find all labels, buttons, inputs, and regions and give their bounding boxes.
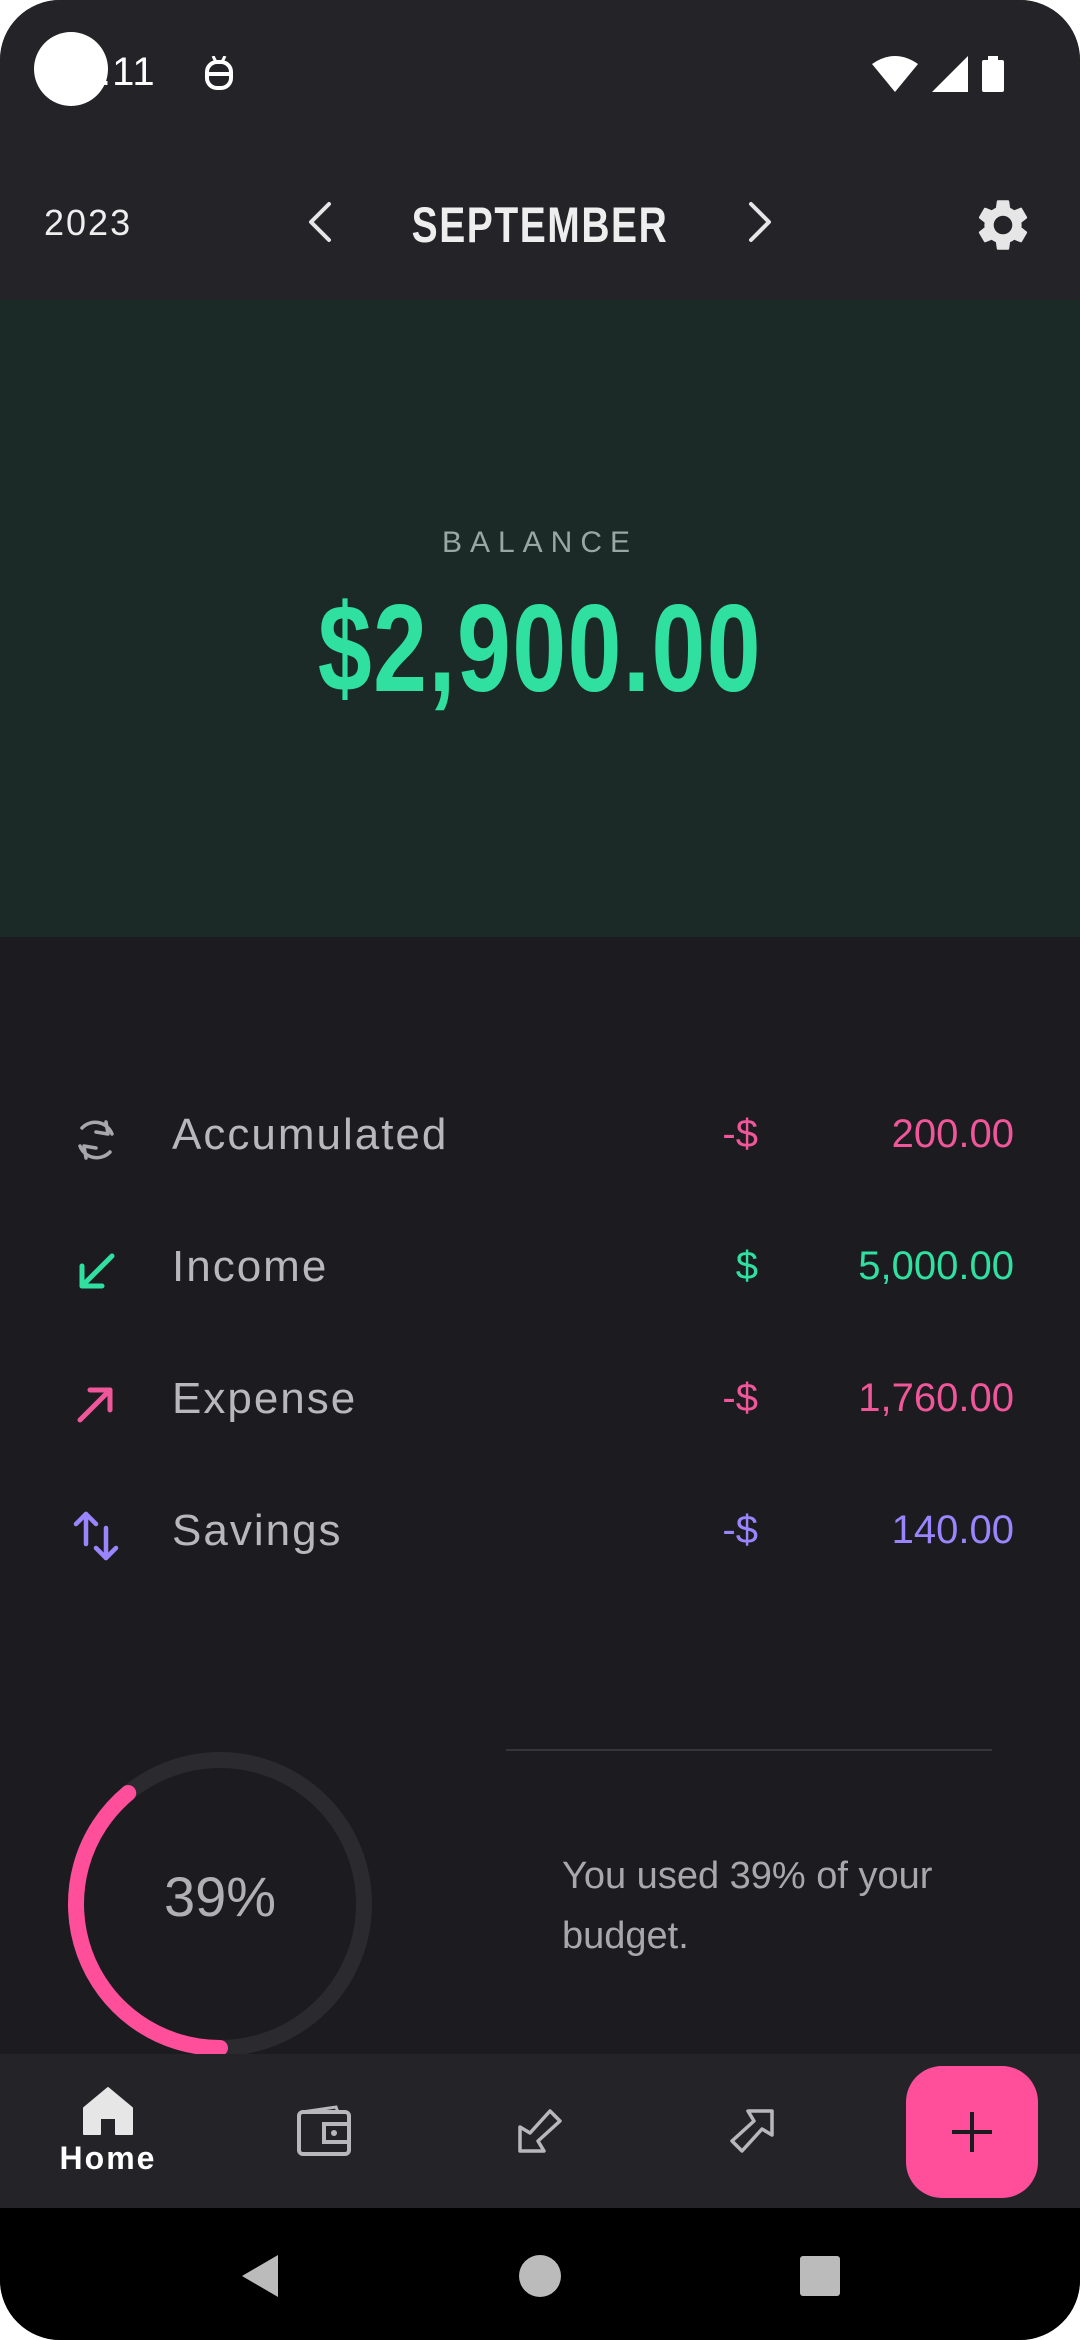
year-label[interactable]: 2023 [44,202,132,244]
system-back-button[interactable] [230,2246,290,2306]
summary-currency: -$ [722,1112,758,1156]
balance-label: BALANCE [441,526,639,559]
summary-value: 1,760.00 [858,1376,1014,1420]
summary-row-income[interactable]: Income $ 5,000.00 [0,1216,1080,1316]
status-time: :11 [100,50,156,94]
home-icon [83,2086,133,2135]
status-icons [872,56,1004,92]
summary-value: 5,000.00 [858,1244,1014,1288]
arrow-up-right-icon [77,1387,113,1423]
summary-value: 200.00 [891,1112,1014,1156]
income-arrow-icon [518,2109,562,2153]
summary-label: Income [172,1242,329,1291]
nav-expense[interactable] [682,2054,822,2208]
nav-income[interactable] [470,2054,610,2208]
summary-row-expense[interactable]: Expense -$ 1,760.00 [0,1348,1080,1448]
gear-icon[interactable] [972,194,1034,256]
month-header: 2023 SEPTEMBER [0,150,1080,300]
summary-label: Savings [172,1506,343,1555]
budget-percent: 39% [163,1865,277,1928]
system-navigation-bar [0,2208,1080,2340]
budget-divider [506,1749,992,1751]
camera-cutout [34,32,108,106]
recents-icon [800,2256,840,2296]
balance-panel: BALANCE $2,900.00 [0,300,1080,937]
arrow-down-left-icon [79,1253,115,1289]
expense-arrow-icon [730,2109,774,2153]
summary-row-savings[interactable]: Savings -$ 140.00 [0,1480,1080,1580]
summary-row-accumulated[interactable]: Accumulated -$ 200.00 [0,1084,1080,1184]
summary-label: Accumulated [172,1110,449,1159]
chevron-left-icon [309,202,331,242]
status-bar: :11 [0,0,1080,150]
phone-screen: :11 2023 SEPTEMBER BALANCE $2,900.00 Acc… [0,0,1080,2340]
summary-currency: -$ [722,1508,758,1552]
home-circle-icon [519,2255,561,2297]
refresh-icon [78,1120,114,1160]
nav-home-label: Home [59,2139,157,2176]
balance-amount: $2,900.00 [317,580,763,718]
wallet-icon [297,2105,351,2156]
summary-currency: $ [735,1244,758,1288]
summary-value: 140.00 [891,1508,1014,1552]
android-icon [205,56,233,90]
system-home-button[interactable] [510,2246,570,2306]
budget-message: You used 39% of your budget. [562,1855,933,1957]
plus-icon [952,2112,992,2152]
nav-wallet[interactable] [254,2054,394,2208]
nav-home[interactable]: Home [38,2054,178,2208]
summary-currency: -$ [722,1376,758,1420]
system-recents-button[interactable] [790,2246,850,2306]
wifi-icon [872,56,918,92]
add-transaction-button[interactable] [906,2066,1038,2198]
next-month-button[interactable] [732,194,788,250]
month-title: SEPTEMBER [411,197,669,253]
previous-month-button[interactable] [292,194,348,250]
signal-icon [932,56,968,92]
swap-vertical-icon [73,1511,119,1561]
back-icon [242,2255,278,2297]
chevron-right-icon [749,202,771,242]
battery-icon [982,56,1004,92]
summary-label: Expense [172,1374,358,1423]
